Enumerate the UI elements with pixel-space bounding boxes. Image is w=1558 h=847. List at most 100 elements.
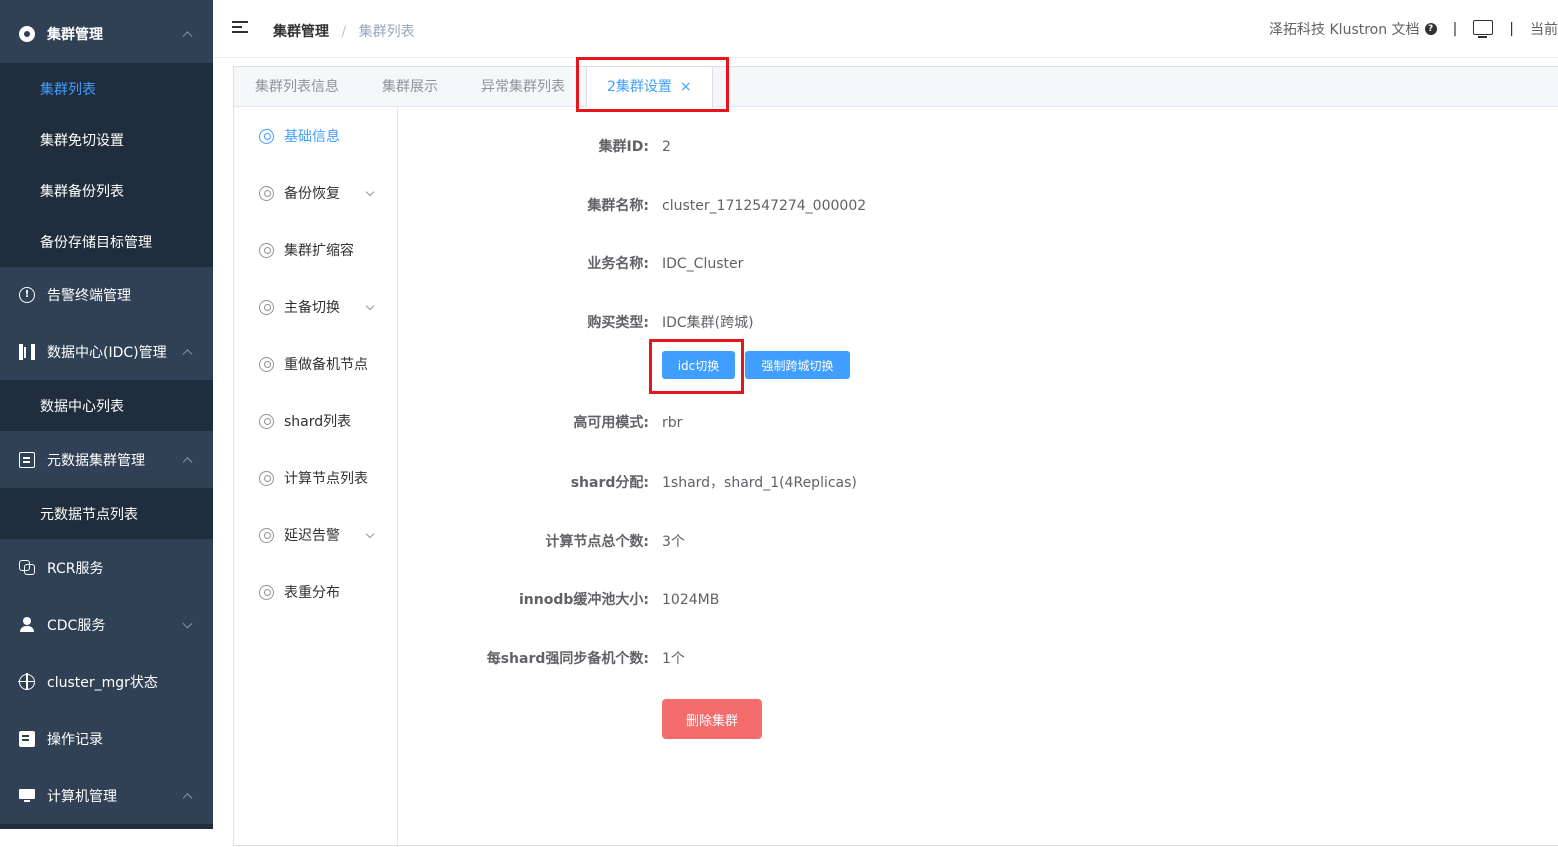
datacenter-icon [19, 343, 35, 360]
chevron-down-icon [365, 187, 375, 197]
tab-cluster-display[interactable]: 集群展示 [382, 67, 438, 107]
innodb-pool-value: 1024MB [662, 592, 720, 608]
help-icon[interactable]: ? [1424, 23, 1437, 35]
menu-label: cluster_mgr状态 [47, 674, 158, 691]
cluster-id-value: 2 [662, 139, 671, 155]
submenu-label: 备份存储目标管理 [40, 234, 152, 251]
cluster-name-value: cluster_1712547274_000002 [662, 198, 867, 214]
tab-label: 2集群设置 [607, 79, 672, 95]
ha-mode-label: 高可用模式: [573, 415, 649, 431]
menu-idc-management[interactable]: 数据中心(IDC)管理 [0, 323, 213, 380]
form-row-innodb-pool: innodb缓冲池大小: 1024MB [233, 590, 1133, 610]
user-icon [19, 616, 35, 633]
tab-cluster-list-info[interactable]: 集群列表信息 [255, 67, 339, 107]
submenu-label: 集群备份列表 [40, 183, 124, 200]
menu-label: RCR服务 [47, 560, 104, 577]
menu-cdc-service[interactable]: CDC服务 [0, 596, 213, 653]
menu-cluster-management[interactable]: 集群管理 [0, 5, 213, 62]
breadcrumb-cluster-list: 集群列表 [358, 24, 415, 40]
side-item-rebuild-standby[interactable]: 重做备机节点 [234, 344, 398, 384]
submenu-datacenter-list[interactable]: 数据中心列表 [0, 380, 213, 431]
breadcrumb: 集群管理 / 集群列表 [273, 21, 415, 41]
header-divider: | [1452, 21, 1458, 37]
chevron-up-icon [182, 348, 193, 359]
submenu-cluster-backup-list[interactable]: 集群备份列表 [0, 165, 213, 216]
breadcrumb-separator: / [341, 24, 347, 40]
idc-switch-button[interactable]: idc切换 [662, 351, 735, 379]
compute-nodes-label: 计算节点总个数: [545, 534, 649, 550]
menu-operation-log[interactable]: 操作记录 [0, 710, 213, 767]
purchase-type-value: IDC集群(跨城) [662, 315, 754, 331]
sidebar: 集群管理 集群列表 集群免切设置 集群备份列表 备份存储目标管理 ! 告警终端管… [0, 0, 213, 829]
menu-alert-terminal[interactable]: ! 告警终端管理 [0, 266, 213, 323]
innodb-pool-label: innodb缓冲池大小: [519, 592, 649, 608]
tab-bar: 集群列表信息 集群展示 异常集群列表 2集群设置 × [234, 67, 1558, 108]
close-icon[interactable]: × [680, 79, 692, 95]
docs-link[interactable]: 泽拓科技 Klustron 文档 [1269, 19, 1420, 39]
sync-standby-label: 每shard强同步备机个数: [486, 651, 649, 667]
menu-cluster-mgr-status[interactable]: cluster_mgr状态 [0, 653, 213, 710]
menu-label: 告警终端管理 [47, 287, 131, 304]
submenu-cluster-failover-settings[interactable]: 集群免切设置 [0, 114, 213, 165]
menu-label: 计算机管理 [47, 788, 117, 805]
form-row-purchase-type: 购买类型: IDC集群(跨城) [233, 313, 1133, 333]
delete-cluster-button[interactable]: 删除集群 [662, 699, 762, 739]
cluster-name-label: 集群名称: [587, 198, 649, 214]
chevron-up-icon [182, 456, 193, 467]
gear-icon [259, 356, 274, 372]
menu-toggle-icon[interactable] [232, 21, 248, 35]
purchase-type-label: 购买类型: [587, 315, 649, 331]
side-item-label: 重做备机节点 [284, 357, 368, 373]
form-row-shard-alloc: shard分配: 1shard，shard_1(4Replicas) [233, 473, 1133, 493]
chevron-down-icon [182, 618, 193, 629]
business-name-value: IDC_Cluster [662, 256, 744, 272]
tab-abnormal-cluster-list[interactable]: 异常集群列表 [481, 67, 565, 107]
shard-alloc-value: 1shard，shard_1(4Replicas) [662, 475, 857, 491]
menu-metadata-cluster[interactable]: 元数据集群管理 [0, 431, 213, 488]
main-card: 集群列表信息 集群展示 异常集群列表 2集群设置 × 基础信息 备份恢复 集群扩缩… [233, 66, 1558, 847]
header-right: 泽拓科技 Klustron 文档 ? | | 当前 [1269, 19, 1558, 39]
document-icon [19, 730, 35, 747]
submenu-metadata-node-list[interactable]: 元数据节点列表 [0, 488, 213, 539]
screen-icon[interactable] [1473, 20, 1494, 38]
form-row-cluster-id: 集群ID: 2 [233, 137, 1133, 157]
form-row-compute-nodes: 计算节点总个数: 3个 [233, 532, 1133, 552]
breadcrumb-cluster-management[interactable]: 集群管理 [273, 24, 329, 40]
menu-computer-management[interactable]: 计算机管理 [0, 767, 213, 824]
shard-alloc-label: shard分配: [570, 475, 649, 491]
monitor-icon [19, 788, 35, 804]
metadata-icon [19, 451, 35, 468]
submenu-edge [0, 824, 213, 829]
cluster-id-label: 集群ID: [598, 139, 649, 155]
current-user-label[interactable]: 当前 [1530, 19, 1558, 39]
menu-label: 集群管理 [47, 26, 103, 43]
submenu-label: 元数据节点列表 [40, 506, 138, 523]
ha-mode-value: rbr [662, 415, 683, 431]
submenu-cluster-list[interactable]: 集群列表 [0, 63, 213, 114]
crosshair-icon [18, 672, 35, 690]
submenu-label: 集群免切设置 [40, 132, 124, 149]
submenu-label: 集群列表 [40, 81, 96, 98]
chevron-down-icon [365, 301, 375, 311]
menu-label: 元数据集群管理 [47, 452, 145, 469]
form-row-sync-standby: 每shard强同步备机个数: 1个 [233, 649, 1133, 669]
chevron-up-icon [182, 30, 193, 41]
submenu-backup-storage-target[interactable]: 备份存储目标管理 [0, 216, 213, 267]
compute-nodes-value: 3个 [662, 534, 685, 550]
force-cross-city-switch-button[interactable]: 强制跨城切换 [745, 351, 850, 379]
menu-label: 数据中心(IDC)管理 [47, 344, 167, 361]
chevron-up-icon [182, 792, 193, 803]
form-row-ha-mode: 高可用模式: rbr [233, 413, 1133, 433]
top-navbar: 集群管理 / 集群列表 泽拓科技 Klustron 文档 ? | | 当前 [213, 0, 1558, 58]
settings-icon [19, 25, 35, 42]
sync-standby-value: 1个 [662, 651, 685, 667]
alert-circle-icon: ! [19, 286, 35, 303]
business-name-label: 业务名称: [587, 256, 649, 272]
form-row-cluster-name: 集群名称: cluster_1712547274_000002 [233, 196, 1133, 216]
link-icon [19, 559, 35, 576]
menu-label: CDC服务 [47, 617, 106, 634]
menu-rcr-service[interactable]: RCR服务 [0, 539, 213, 596]
form-row-business-name: 业务名称: IDC_Cluster [233, 254, 1133, 274]
tab-cluster-settings[interactable]: 2集群设置 × [586, 67, 713, 108]
header-divider: | [1509, 21, 1514, 37]
